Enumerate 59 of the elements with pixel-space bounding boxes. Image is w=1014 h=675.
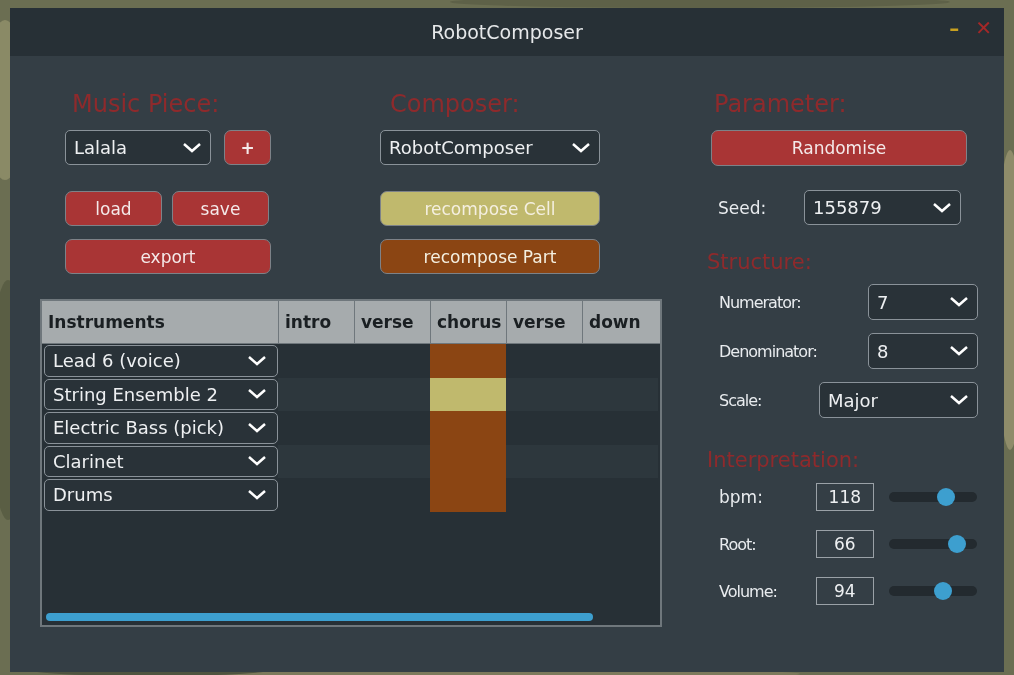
section-heading: Structure: bbox=[707, 250, 813, 276]
chevron-icon bbox=[949, 296, 969, 308]
chevron-icon bbox=[247, 388, 267, 401]
section-heading: Music Piece: bbox=[71, 90, 221, 120]
instrument-dropdown[interactable]: Electric Bass (pick) bbox=[44, 412, 278, 444]
window-title: RobotComposer bbox=[431, 21, 583, 43]
column-header: verse bbox=[506, 301, 582, 343]
column-header: chorus bbox=[430, 301, 506, 343]
chevron-icon bbox=[571, 141, 591, 154]
slider-thumb[interactable] bbox=[937, 488, 956, 506]
instrument-dropdown[interactable]: Clarinet bbox=[44, 445, 278, 477]
slider-thumb[interactable] bbox=[947, 535, 966, 553]
seed-dropdown[interactable]: 155879 bbox=[804, 190, 961, 225]
save-button[interactable]: save bbox=[172, 191, 269, 226]
randomise-button[interactable]: Randomise bbox=[711, 130, 967, 166]
seed-label: Seed: bbox=[718, 197, 768, 218]
value-field[interactable]: 118 bbox=[815, 483, 874, 511]
value-dropdown[interactable]: Major bbox=[819, 382, 978, 418]
section-heading: Parameter: bbox=[713, 90, 848, 120]
filled-cell[interactable] bbox=[430, 344, 506, 378]
load-button[interactable]: load bbox=[65, 191, 162, 226]
instrument-dropdown[interactable]: Lead 6 (voice) bbox=[44, 345, 278, 377]
instrument-dropdown[interactable]: String Ensemble 2 bbox=[44, 378, 278, 410]
slider-thumb[interactable] bbox=[933, 582, 952, 600]
column-header: Instruments bbox=[47, 311, 166, 334]
chevron-icon bbox=[247, 354, 267, 367]
field-label: Scale: bbox=[719, 390, 762, 410]
value-field[interactable]: 94 bbox=[815, 577, 874, 605]
column-header: verse bbox=[354, 301, 430, 343]
chevron-icon bbox=[247, 421, 267, 434]
chevron-icon bbox=[182, 141, 202, 154]
slider-label: Root: bbox=[719, 534, 757, 554]
value-dropdown[interactable]: 8 bbox=[868, 333, 978, 369]
chevron-icon bbox=[949, 394, 969, 406]
field-label: Denominator: bbox=[719, 341, 817, 361]
minimize-button[interactable]: – bbox=[945, 16, 964, 40]
composer-dropdown[interactable]: RobotComposer bbox=[380, 130, 600, 165]
filled-cell[interactable] bbox=[430, 377, 506, 411]
value-dropdown[interactable]: 7 bbox=[868, 284, 978, 320]
recompose-button[interactable]: recompose Part bbox=[380, 239, 600, 274]
scrollbar[interactable] bbox=[46, 613, 593, 621]
piece-dropdown[interactable]: Lalala bbox=[65, 130, 211, 165]
chevron-icon bbox=[932, 201, 952, 214]
instrument-dropdown[interactable]: Drums bbox=[44, 479, 278, 511]
field-label: Numerator: bbox=[719, 292, 801, 312]
filled-cell[interactable] bbox=[430, 411, 506, 445]
slider-label: Volume: bbox=[719, 581, 778, 601]
chevron-icon bbox=[949, 345, 969, 357]
filled-cell[interactable] bbox=[430, 478, 506, 512]
chevron-icon bbox=[247, 488, 267, 501]
section-heading: Composer: bbox=[389, 90, 521, 120]
export-button[interactable]: export bbox=[65, 239, 271, 274]
add-button[interactable]: + bbox=[224, 130, 271, 165]
chevron-icon bbox=[247, 455, 267, 468]
section-heading: Interpretation: bbox=[707, 448, 861, 474]
value-field[interactable]: 66 bbox=[815, 530, 874, 558]
column-header: down bbox=[582, 301, 658, 343]
slider-label: bpm: bbox=[719, 487, 764, 507]
column-header: intro bbox=[278, 301, 354, 343]
